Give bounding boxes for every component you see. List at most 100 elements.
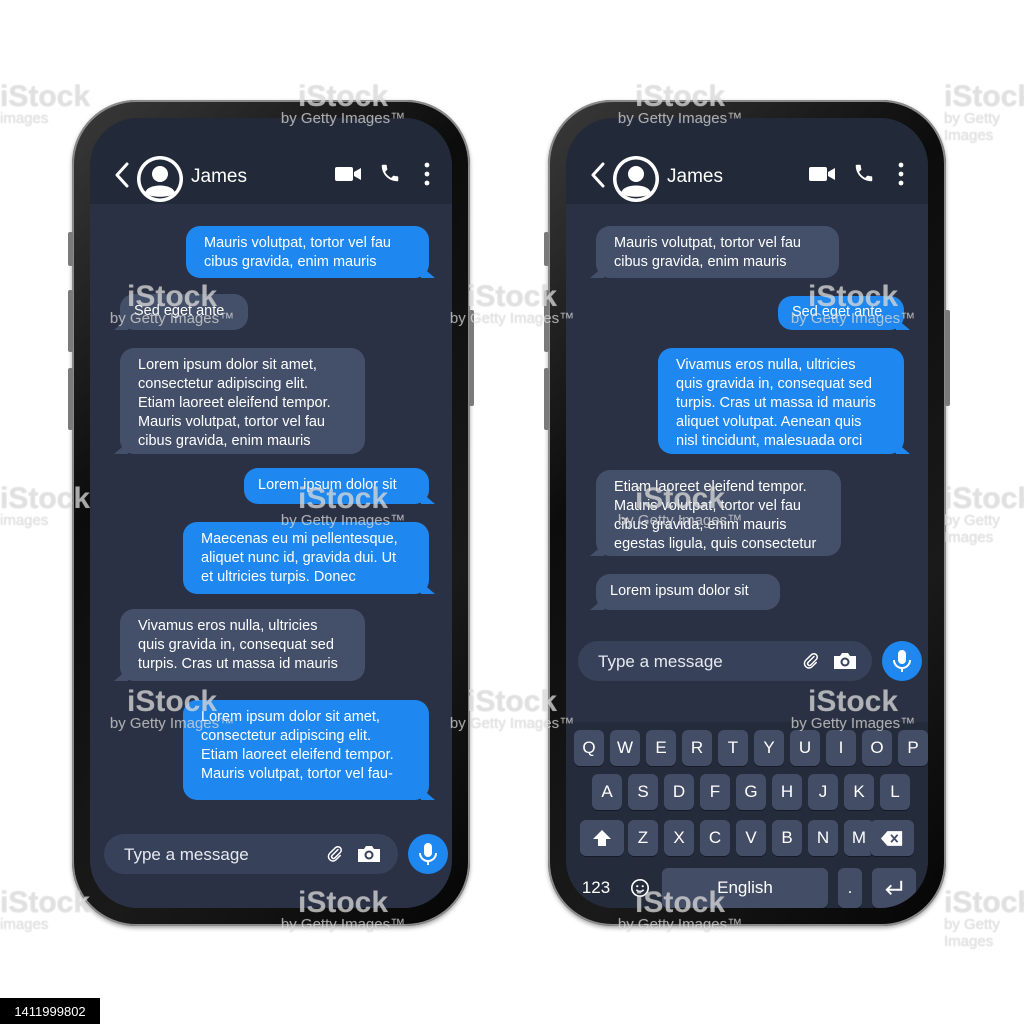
contact-name[interactable]: James (667, 166, 723, 188)
mute-switch (544, 232, 549, 266)
key-h[interactable]: H (772, 774, 802, 810)
message-input[interactable] (122, 834, 316, 876)
key-l[interactable]: L (880, 774, 910, 810)
on-screen-keyboard: QWERTYUIOP ASDFGHJKL ZXCVBNM 123 English… (566, 722, 928, 908)
microphone-icon (893, 650, 911, 672)
message-bubble-outgoing[interactable]: Sed eget ante (778, 296, 910, 330)
message-bubble-incoming[interactable]: Lorem ipsum dolor sit amet, consectetur … (114, 348, 365, 454)
key-q[interactable]: Q (574, 730, 604, 766)
microphone-button[interactable] (408, 834, 448, 874)
watermark-brand: iStock (944, 80, 1024, 113)
emoji-icon (631, 879, 649, 897)
key-g[interactable]: G (736, 774, 766, 810)
video-camera-icon[interactable] (808, 164, 836, 184)
watermark-edge: iStock images (0, 886, 91, 933)
key-i[interactable]: I (826, 730, 856, 766)
key-e[interactable]: E (646, 730, 676, 766)
message-input[interactable] (596, 641, 790, 683)
phone-right: James Mauris volutpat, tortor vel fau ci… (544, 100, 950, 926)
key-v[interactable]: V (736, 820, 766, 856)
watermark-brand: iStock (944, 482, 1024, 515)
watermark-credit: by Getty Images (944, 110, 1000, 144)
phone-icon[interactable] (379, 162, 401, 184)
message-bubble-incoming[interactable]: Vivamus eros nulla, ultricies quis gravi… (114, 609, 365, 681)
key-t[interactable]: T (718, 730, 748, 766)
watermark-brand: iStock (0, 886, 91, 919)
message-bubble-outgoing[interactable]: Maecenas eu mi pellentesque, aliquet nun… (183, 522, 435, 594)
key-w[interactable]: W (610, 730, 640, 766)
microphone-button[interactable] (882, 641, 922, 681)
watermark-edge: iStock by Getty Images (944, 886, 1024, 950)
user-avatar-icon[interactable] (611, 154, 661, 204)
key-p[interactable]: P (898, 730, 928, 766)
key-c[interactable]: C (700, 820, 730, 856)
key-s[interactable]: S (628, 774, 658, 810)
numbers-key[interactable]: 123 (574, 868, 618, 908)
return-key[interactable] (872, 868, 916, 908)
watermark-edge: iStock images (0, 80, 91, 127)
key-n[interactable]: N (808, 820, 838, 856)
space-key[interactable]: English (662, 868, 828, 908)
watermark-edge: iStock by Getty Images (944, 482, 1024, 546)
chat-screen: James Mauris volutpat, tortor vel fau ci… (566, 118, 928, 908)
message-bubble-incoming[interactable]: Sed eget ante (114, 294, 248, 330)
paperclip-icon[interactable] (326, 845, 344, 863)
message-bubble-outgoing[interactable]: Lorem ipsum dolor sit amet, consectetur … (183, 700, 435, 800)
message-bubble-incoming[interactable]: Mauris volutpat, tortor vel fau cibus gr… (590, 226, 839, 278)
message-input-bar (578, 641, 872, 683)
chat-header: James (566, 118, 928, 204)
volume-down-button (68, 368, 73, 430)
message-bubble-outgoing[interactable]: Vivamus eros nulla, ultricies quis gravi… (658, 348, 910, 454)
paperclip-icon[interactable] (802, 652, 820, 670)
key-j[interactable]: J (808, 774, 838, 810)
message-bubble-incoming[interactable]: Etiam laoreet eleifend tempor. Mauris vo… (590, 470, 841, 556)
message-input-bar (104, 834, 398, 876)
volume-up-button (544, 290, 549, 352)
mute-switch (68, 232, 73, 266)
key-d[interactable]: D (664, 774, 694, 810)
shift-key[interactable] (580, 820, 624, 856)
message-bubble-outgoing[interactable]: Lorem ipsum dolor sit (244, 468, 435, 504)
phone-icon[interactable] (853, 162, 875, 184)
stock-id-label: 1411999802 (0, 998, 100, 1024)
microphone-icon (419, 843, 437, 865)
user-avatar-icon[interactable] (135, 154, 185, 204)
backspace-key[interactable] (870, 820, 914, 856)
key-a[interactable]: A (592, 774, 622, 810)
watermark-images-word: images (0, 110, 49, 127)
more-vertical-icon[interactable] (423, 162, 431, 186)
chevron-left-icon[interactable] (590, 162, 606, 188)
period-key[interactable]: . (838, 868, 862, 908)
chat-screen: James Mauris volutpat, tortor vel fau ci… (90, 118, 452, 908)
message-bubble-outgoing[interactable]: Mauris volutpat, tortor vel fau cibus gr… (186, 226, 435, 278)
emoji-key[interactable] (622, 868, 658, 908)
watermark-credit: by Getty Images (944, 512, 1000, 546)
power-button (945, 310, 950, 406)
key-r[interactable]: R (682, 730, 712, 766)
key-o[interactable]: O (862, 730, 892, 766)
return-icon (885, 880, 903, 896)
backspace-icon (880, 830, 903, 846)
contact-name[interactable]: James (191, 166, 247, 188)
key-z[interactable]: Z (628, 820, 658, 856)
volume-down-button (544, 368, 549, 430)
camera-icon[interactable] (356, 844, 382, 864)
camera-icon[interactable] (832, 651, 858, 671)
chevron-left-icon[interactable] (114, 162, 130, 188)
watermark-images-word: images (0, 916, 49, 933)
key-y[interactable]: Y (754, 730, 784, 766)
key-f[interactable]: F (700, 774, 730, 810)
watermark-credit: by Getty Images (944, 916, 1000, 950)
shift-icon (593, 830, 611, 846)
key-x[interactable]: X (664, 820, 694, 856)
watermark-edge: iStock by Getty Images (944, 80, 1024, 144)
video-camera-icon[interactable] (334, 164, 362, 184)
message-bubble-incoming[interactable]: Lorem ipsum dolor sit (590, 574, 780, 610)
key-u[interactable]: U (790, 730, 820, 766)
key-k[interactable]: K (844, 774, 874, 810)
watermark-brand: iStock (0, 80, 91, 113)
volume-up-button (68, 290, 73, 352)
key-b[interactable]: B (772, 820, 802, 856)
more-vertical-icon[interactable] (897, 162, 905, 186)
chat-header: James (90, 118, 452, 204)
